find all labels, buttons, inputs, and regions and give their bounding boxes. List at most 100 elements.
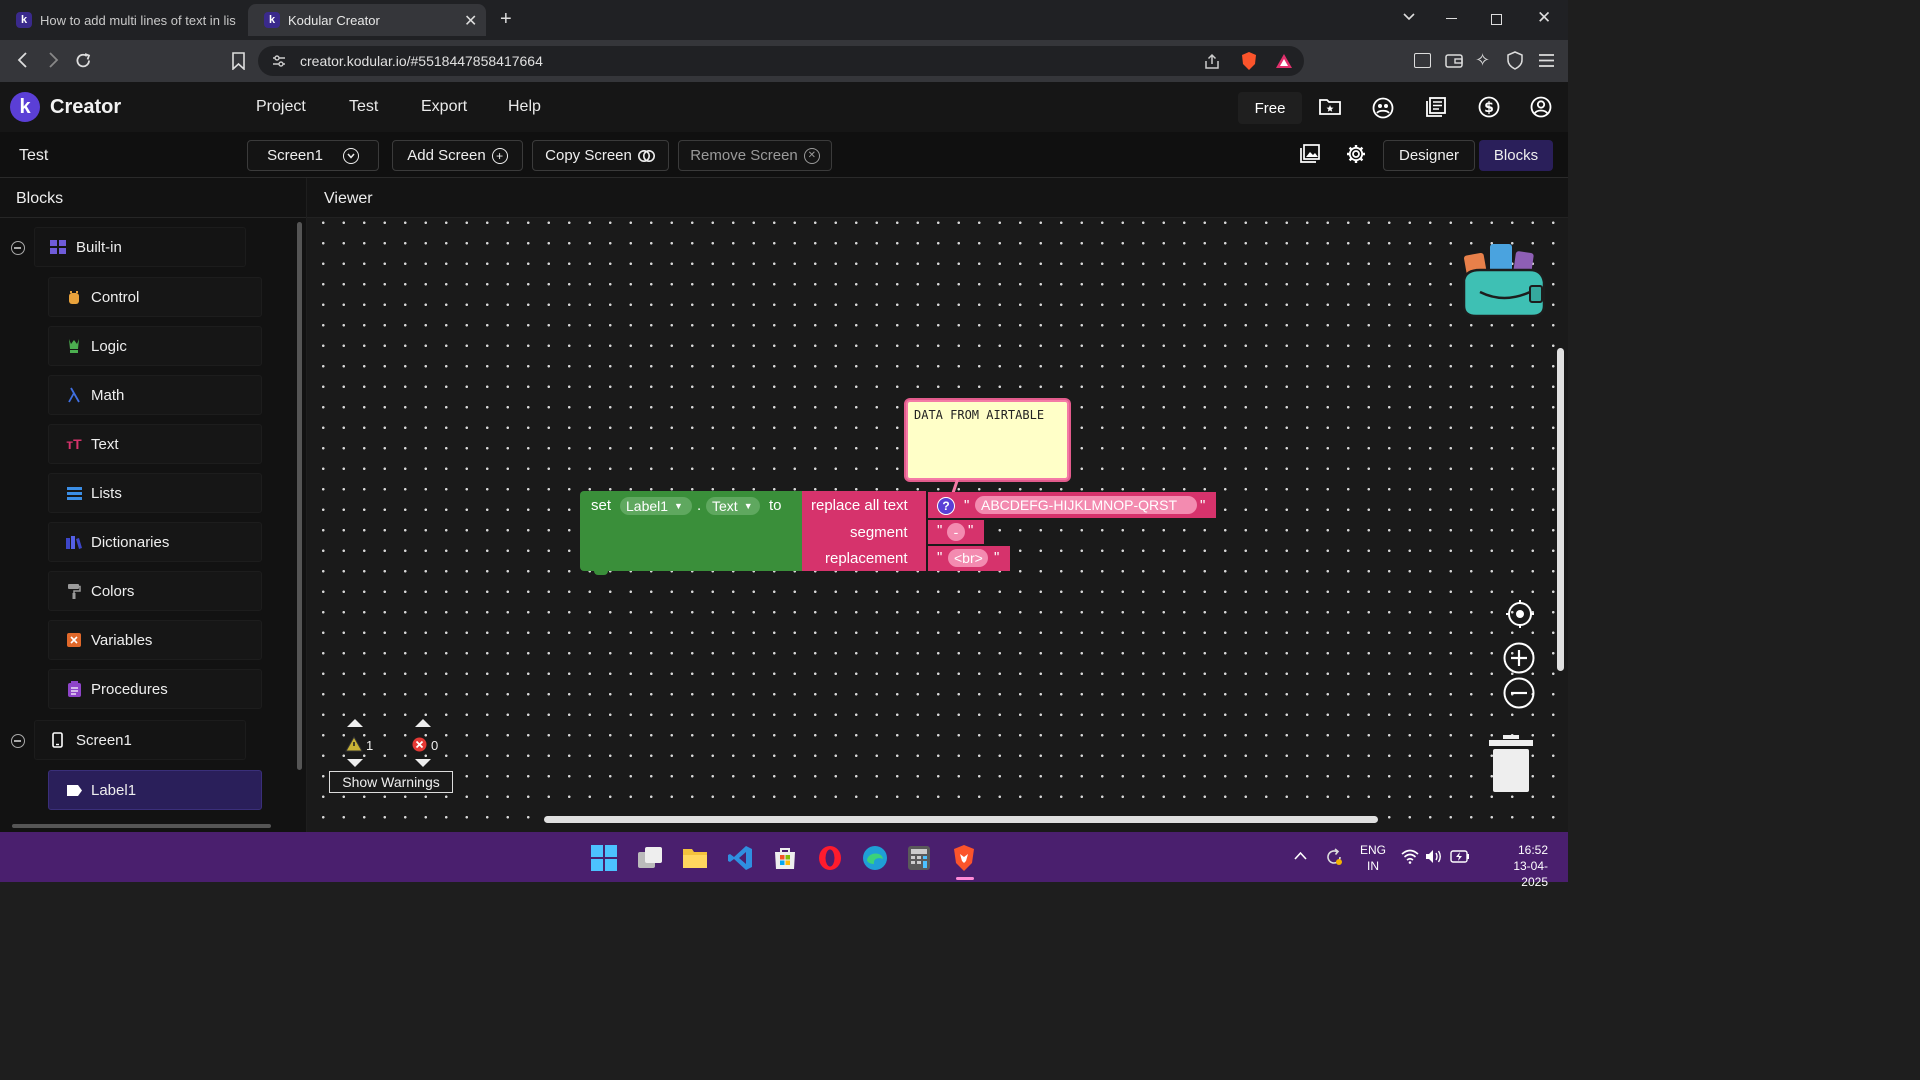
brave-rewards-icon[interactable] [1275,53,1293,69]
site-settings-icon[interactable] [272,54,286,68]
kodular-logo-icon[interactable]: k [10,92,40,122]
tree-item-builtin[interactable]: Built-in [34,227,246,267]
tab-title: How to add multi lines of text in list [40,12,236,28]
tree-item-label: Screen1 [76,731,132,749]
next-error-arrow-icon[interactable] [414,758,432,768]
viewer-header: Viewer [307,178,1568,218]
comment-question-icon[interactable]: ? [937,497,955,515]
copy-screen-button[interactable]: Copy Screen [532,140,669,171]
segment-value-field[interactable]: - [947,523,965,541]
category-variables[interactable]: Variables [48,620,262,660]
share-icon[interactable] [1204,53,1221,70]
close-tab-icon[interactable]: ✕ [464,11,477,31]
browser-menu-icon[interactable] [1538,53,1555,68]
remove-screen-button[interactable]: Remove Screen ✕ [678,140,832,171]
calculator-icon[interactable] [907,845,931,871]
browser-tab-inactive[interactable]: k How to add multi lines of text in list [0,4,240,36]
task-view-icon[interactable] [637,845,663,871]
leo-ai-icon[interactable]: ✧ [1475,50,1490,71]
collapse-builtin-icon[interactable] [11,241,25,255]
screen-selector-dropdown[interactable]: Screen1 [247,140,379,171]
viewer-vertical-scrollbar[interactable] [1557,348,1564,671]
new-tab-icon[interactable]: + [500,8,512,31]
community-icon[interactable] [1372,97,1394,119]
component-item-label1[interactable]: Label1 [48,770,262,810]
settings-gear-icon[interactable] [1346,144,1366,164]
category-math[interactable]: Math [48,375,262,415]
blocks-panel: Blocks Built-in Control Logic Math ᴛT Te… [0,178,306,832]
category-text[interactable]: ᴛT Text [48,424,262,464]
sidebar-toggle-icon[interactable] [1414,53,1431,68]
wallet-icon[interactable] [1445,52,1463,69]
menu-export[interactable]: Export [421,98,467,116]
system-clock[interactable]: 16:52 13-04-2025 [1490,842,1548,890]
bookmark-icon[interactable] [231,52,246,70]
back-arrow-icon[interactable] [14,51,32,69]
opera-browser-icon[interactable] [817,845,843,871]
edge-browser-icon[interactable] [862,845,888,871]
input-language-indicator[interactable]: ENG IN [1360,842,1386,874]
backpack-icon[interactable] [1460,240,1550,318]
volume-icon[interactable] [1425,849,1443,864]
minimize-window-icon[interactable] [1446,18,1457,19]
brave-browser-icon[interactable] [951,844,977,872]
tab-search-chevron-icon[interactable] [1402,10,1416,24]
previous-warning-arrow-icon[interactable] [346,718,364,728]
panel-horizontal-scrollbar[interactable] [12,824,271,828]
category-colors[interactable]: Colors [48,571,262,611]
text-value-field[interactable]: ABCDEFG-HIJKLMNOP-QRST [975,496,1197,514]
category-dictionaries[interactable]: Dictionaries [48,522,262,562]
close-window-icon[interactable]: ✕ [1537,8,1551,28]
zoom-out-icon[interactable] [1503,677,1535,709]
blocks-tab-button[interactable]: Blocks [1479,140,1553,171]
category-label: Colors [91,582,135,600]
previous-error-arrow-icon[interactable] [414,718,432,728]
my-projects-folder-icon[interactable] [1319,97,1341,116]
recenter-target-icon[interactable] [1505,599,1535,629]
category-control[interactable]: Control [48,277,262,317]
menu-test[interactable]: Test [349,98,378,116]
windows-start-icon[interactable] [591,845,617,871]
collapse-screen1-icon[interactable] [11,734,25,748]
viewer-horizontal-scrollbar[interactable] [544,816,1378,823]
panel-vertical-scrollbar[interactable] [297,222,302,770]
sync-icon[interactable] [1324,847,1344,867]
microsoft-store-icon[interactable] [772,845,798,871]
account-avatar-icon[interactable] [1530,96,1552,118]
category-procedures[interactable]: Procedures [48,669,262,709]
replacement-value-field[interactable]: <br> [948,549,988,567]
vpn-shield-icon[interactable] [1507,51,1523,70]
wifi-icon[interactable] [1401,849,1419,864]
property-dropdown[interactable]: Text ▼ [706,497,760,515]
next-warning-arrow-icon[interactable] [346,758,364,768]
category-lists[interactable]: Lists [48,473,262,513]
menu-project[interactable]: Project [256,98,306,116]
component-dropdown[interactable]: Label1 ▼ [620,497,692,515]
vscode-icon[interactable] [727,845,753,871]
battery-charging-icon[interactable] [1450,850,1470,863]
designer-tab-button[interactable]: Designer [1383,140,1475,171]
brave-shields-icon[interactable] [1240,51,1258,71]
restore-window-icon[interactable] [1491,14,1502,25]
category-logic[interactable]: Logic [48,326,262,366]
add-screen-button[interactable]: Add Screen + [392,140,523,171]
plan-badge-button[interactable]: Free [1238,92,1302,124]
file-explorer-icon[interactable] [682,846,708,870]
reload-icon[interactable] [74,51,93,70]
open-quote: " [937,522,943,539]
tree-item-screen1[interactable]: Screen1 [34,720,246,760]
gallery-image-icon[interactable] [1300,144,1320,163]
menu-help[interactable]: Help [508,98,541,116]
documentation-icon[interactable] [1426,97,1446,117]
address-bar[interactable]: creator.kodular.io/#5518447858417664 [258,46,1304,76]
zoom-in-icon[interactable] [1503,642,1535,674]
show-hidden-icons-chevron-icon[interactable] [1294,851,1307,860]
block-comment-bubble[interactable]: DATA FROM AIRTABLE [906,400,1069,480]
browser-tab-active[interactable]: k Kodular Creator ✕ [248,4,486,36]
trash-can-icon[interactable] [1489,735,1533,793]
forward-arrow-icon[interactable] [44,51,62,69]
store-dollar-icon[interactable]: $ [1478,96,1500,118]
show-warnings-button[interactable]: Show Warnings [329,771,453,793]
screen-selector-label: Screen1 [267,147,323,164]
dictionaries-books-icon [65,533,83,551]
